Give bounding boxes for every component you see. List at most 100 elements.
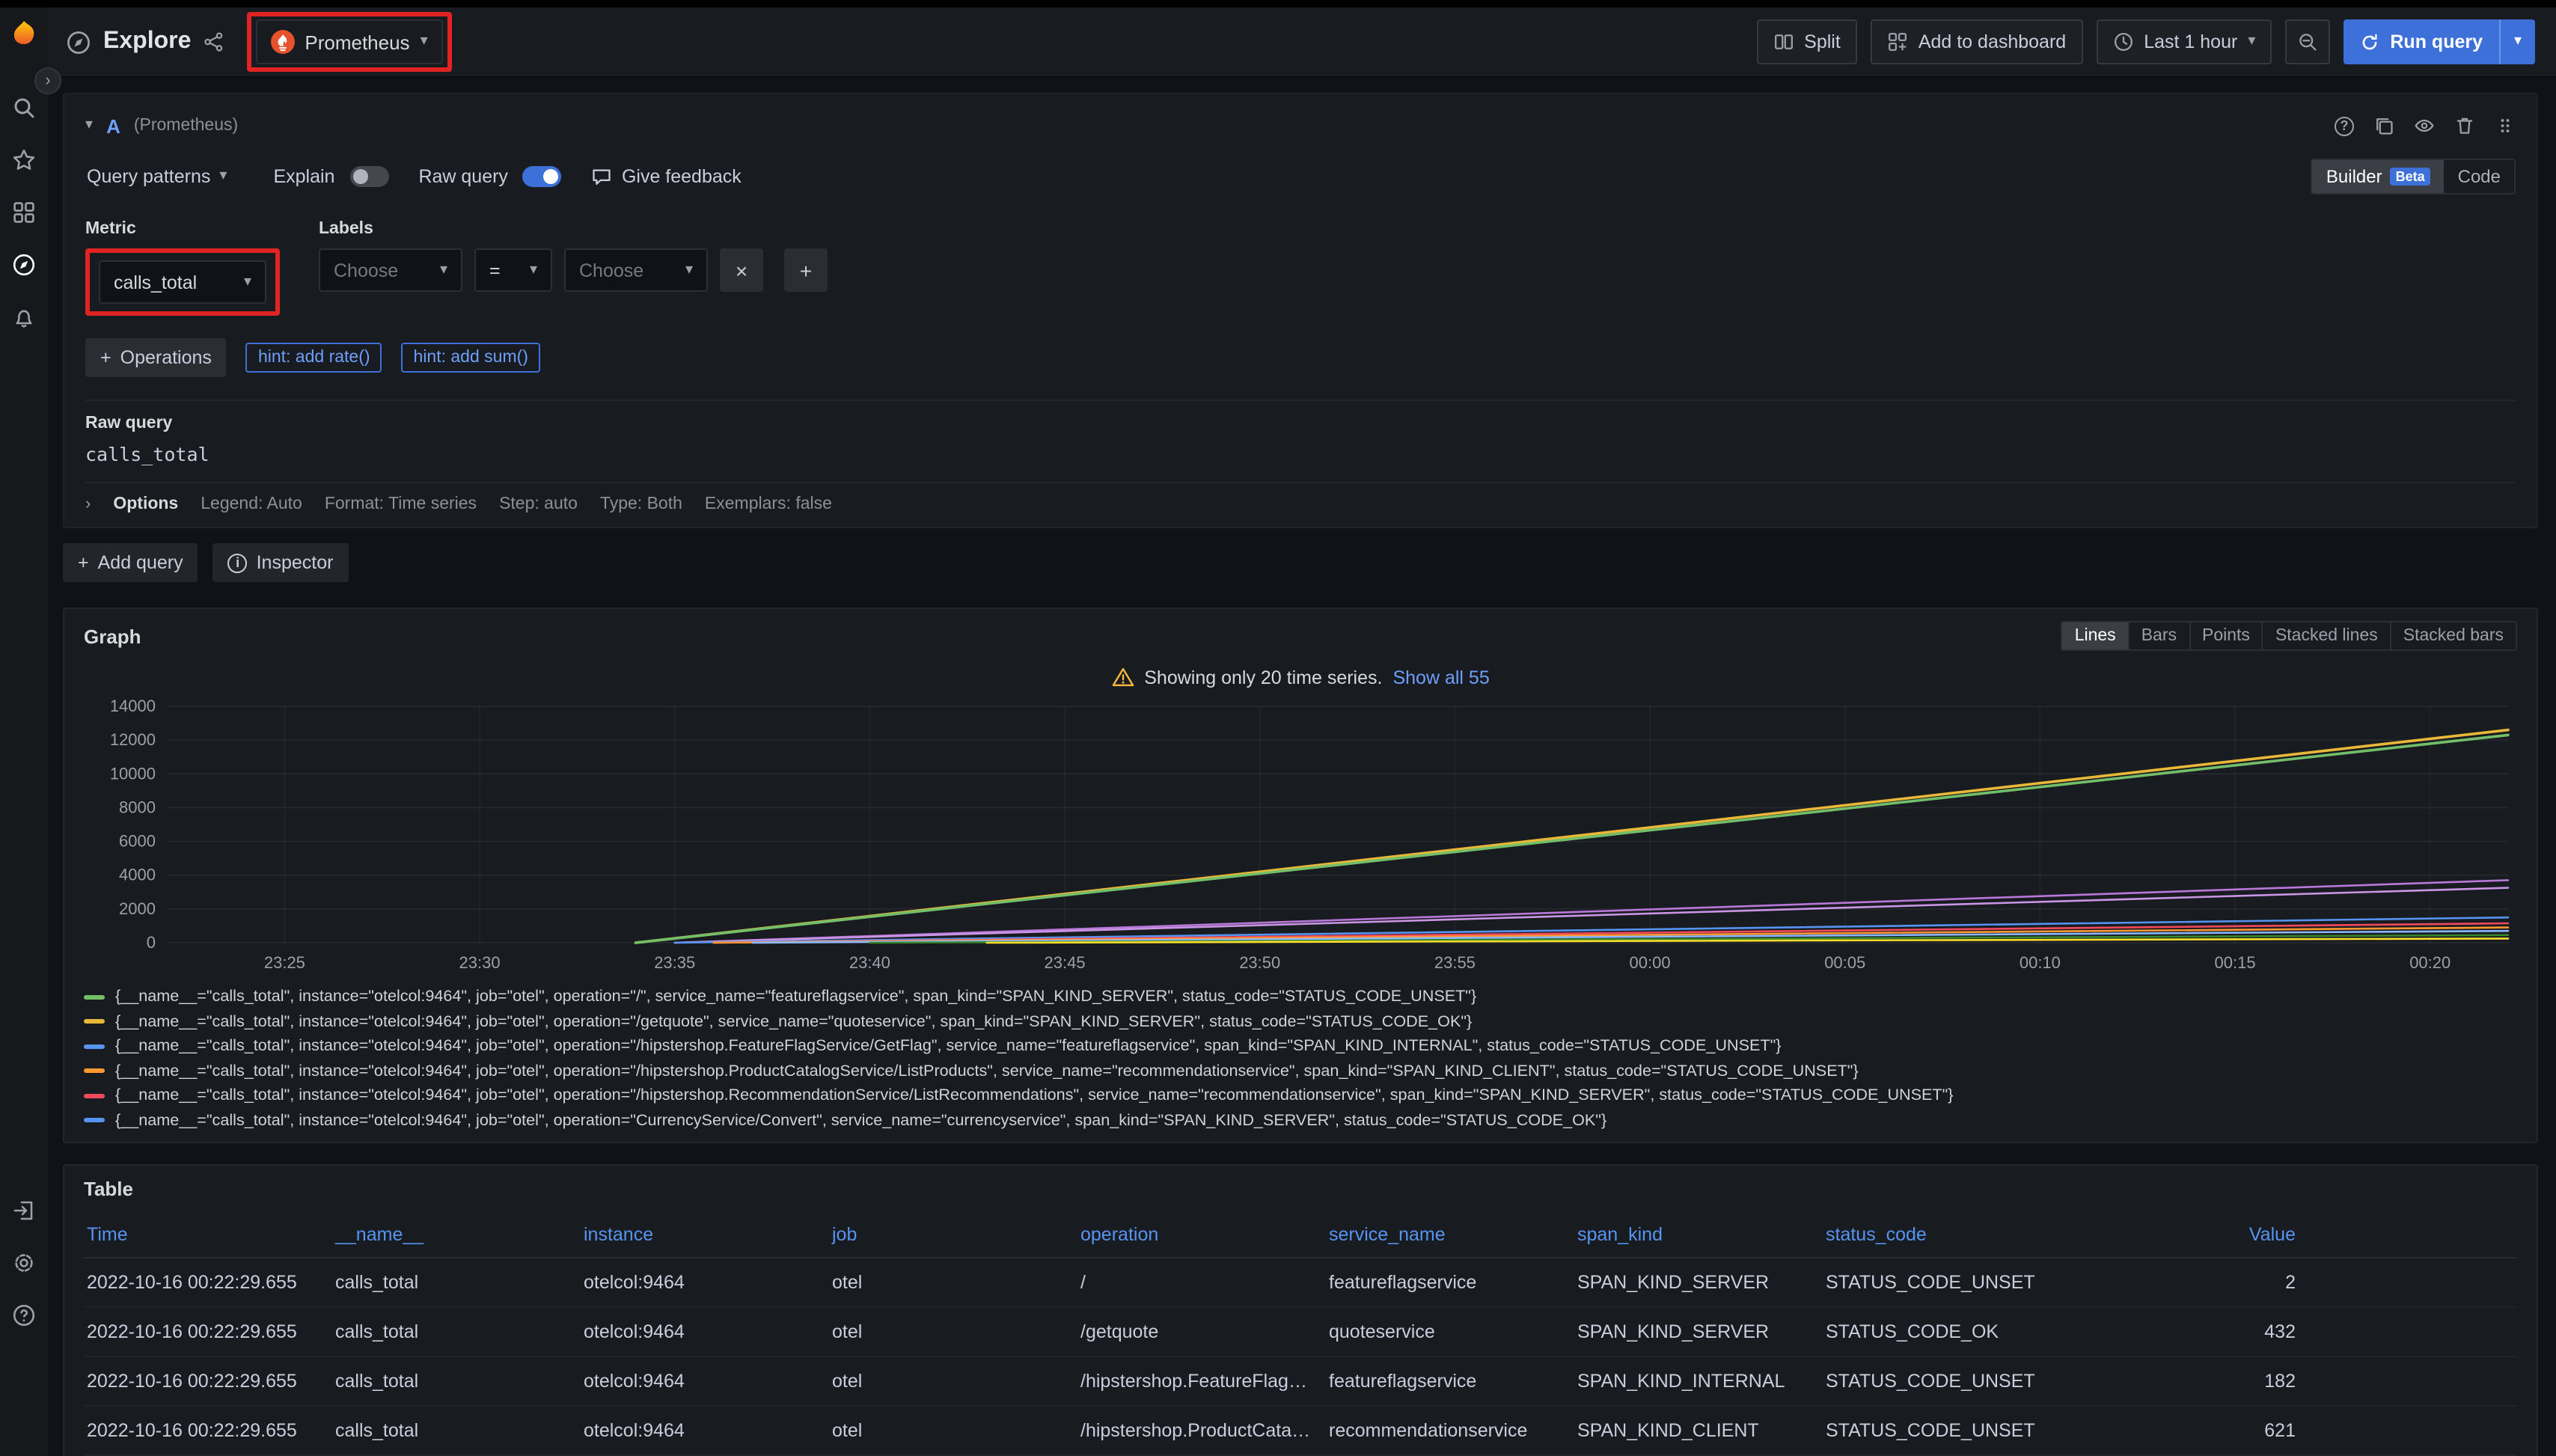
column-header-time[interactable]: Time [84,1214,332,1258]
legend-item[interactable]: {__name__="calls_total", instance="otelc… [84,1009,2517,1034]
apps-icon[interactable] [12,201,36,224]
label-value-select[interactable]: Choose ▾ [564,248,708,292]
raw-query-text: calls_total [85,443,2516,465]
add-query-button[interactable]: + Add query [63,543,198,582]
query-help-icon[interactable]: ? [2335,116,2354,135]
table-cell: SPAN_KIND_SERVER [1574,1307,1823,1356]
run-query-split-button: Run query ▾ [2343,19,2535,64]
column-header-spankind[interactable]: span_kind [1574,1214,1823,1258]
copy-icon[interactable] [2373,115,2394,136]
eye-icon[interactable] [2414,115,2435,136]
legend-item[interactable]: {__name__="calls_total", instance="otelc… [84,1108,2517,1133]
legend-item[interactable]: {__name__="calls_total", instance="otelc… [84,1034,2517,1059]
column-header-operation[interactable]: operation [1077,1214,1326,1258]
chevron-right-icon: › [85,495,91,513]
graph-mode-bars[interactable]: Bars [2128,623,2189,649]
inspector-button[interactable]: i Inspector [213,543,349,582]
search-icon[interactable] [12,96,36,120]
split-button[interactable]: Split [1756,19,1857,64]
add-to-dashboard-button[interactable]: Add to dashboard [1871,19,2082,64]
remove-label-filter-button[interactable]: × [720,248,763,292]
time-range-picker[interactable]: Last 1 hour ▾ [2096,19,2272,64]
explain-toggle[interactable] [349,166,388,187]
table-cell: 2022-10-16 00:22:29.655 [84,1307,332,1356]
time-series-chart[interactable]: 0200040006000800010000120001400023:2523:… [84,694,2517,982]
column-header-instance[interactable]: instance [581,1214,829,1258]
give-feedback-link[interactable]: Give feedback [592,166,742,187]
table-row: 2022-10-16 00:22:29.655calls_totalotelco… [84,1356,2517,1406]
column-header-statuscode[interactable]: status_code [1823,1214,2071,1258]
column-header-servicename[interactable]: service_name [1326,1214,1574,1258]
sign-in-icon[interactable] [12,1199,36,1223]
graph-mode-stacked-bars[interactable]: Stacked bars [2390,623,2516,649]
label-key-select[interactable]: Choose ▾ [319,248,462,292]
explore-icon[interactable] [12,253,36,277]
bell-icon[interactable] [12,305,36,329]
table-cell: 2022-10-16 00:22:29.655 [84,1356,332,1406]
table-cell: calls_total [332,1307,581,1356]
legend-marker-icon [84,1119,105,1123]
hint-add-rate-button[interactable]: hint: add rate() [246,343,382,373]
metric-select[interactable]: calls_total ▾ [99,260,266,304]
table-cell: 621 [2071,1406,2517,1455]
x-axis-tick-label: 23:55 [1434,953,1476,972]
label-key-placeholder: Choose [334,260,398,281]
table-cell: 2022-10-16 00:22:29.655 [84,1258,332,1307]
hint-add-sum-button[interactable]: hint: add sum() [402,343,540,373]
add-label-filter-button[interactable]: + [784,248,828,292]
split-label: Split [1804,31,1841,52]
y-axis-tick-label: 14000 [110,697,156,715]
code-mode-button[interactable]: Code [2445,160,2514,193]
collapse-chevron-icon[interactable]: ▾ [85,118,93,133]
zoom-out-button[interactable] [2285,19,2330,64]
share-icon[interactable] [203,31,224,52]
compass-icon [66,29,91,55]
show-all-series-link[interactable]: Show all 55 [1392,667,1489,688]
column-header-name[interactable]: __name__ [332,1214,581,1258]
table-cell: featureflagservice [1326,1258,1574,1307]
trash-icon[interactable] [2454,115,2475,136]
table-cell: quoteservice [1326,1307,1574,1356]
query-patterns-button[interactable]: Query patterns ▾ [85,156,243,198]
table-cell: 2 [2071,1258,2517,1307]
builder-mode-button[interactable]: Builder Beta [2313,160,2445,193]
run-query-caret-button[interactable]: ▾ [2499,19,2535,64]
query-row-header: ▾ A (Prometheus) ? [85,106,2516,145]
table-cell: calls_total [332,1406,581,1455]
code-label: Code [2458,166,2501,187]
query-ref-id: A [106,114,120,137]
legend-item[interactable]: {__name__="calls_total", instance="otelc… [84,1059,2517,1083]
chevron-down-icon: ▾ [2248,34,2255,49]
column-header-job[interactable]: job [829,1214,1077,1258]
page-title-group: Explore [66,28,224,55]
raw-query-toggle[interactable] [523,166,562,187]
run-query-button[interactable]: Run query [2343,19,2499,64]
help-icon[interactable] [12,1303,36,1327]
page-title: Explore [103,28,191,55]
legend-label: {__name__="calls_total", instance="otelc… [115,1013,1472,1031]
sidebar-expand-button[interactable]: › [34,67,61,94]
table-cell: otel [829,1258,1077,1307]
beta-badge: Beta [2390,168,2431,186]
table-cell: otelcol:9464 [581,1406,829,1455]
gear-icon[interactable] [12,1251,36,1275]
graph-mode-stacked-lines[interactable]: Stacked lines [2262,623,2390,649]
operations-row: + Operations hint: add rate() hint: add … [85,338,2516,377]
graph-mode-points[interactable]: Points [2189,623,2262,649]
warning-text: Showing only 20 time series. [1144,667,1382,688]
datasource-picker[interactable]: Prometheus ▾ [255,19,442,64]
options-row[interactable]: › Options Legend: Auto Format: Time seri… [85,482,2516,527]
comment-icon [592,166,613,187]
legend-item[interactable]: {__name__="calls_total", instance="otelc… [84,1083,2517,1108]
legend-item[interactable]: {__name__="calls_total", instance="otelc… [84,985,2517,1009]
x-axis-tick-label: 00:10 [2020,953,2061,972]
add-operation-button[interactable]: + Operations [85,338,227,377]
star-icon[interactable] [12,148,36,172]
label-operator-select[interactable]: = ▾ [474,248,552,292]
table-cell: 2022-10-16 00:22:29.655 [84,1406,332,1455]
grafana-logo[interactable] [6,18,42,54]
graph-mode-lines[interactable]: Lines [2063,623,2128,649]
column-header-value[interactable]: Value [2071,1214,2517,1258]
drag-icon[interactable] [2495,115,2516,136]
y-axis-tick-label: 10000 [110,764,156,783]
